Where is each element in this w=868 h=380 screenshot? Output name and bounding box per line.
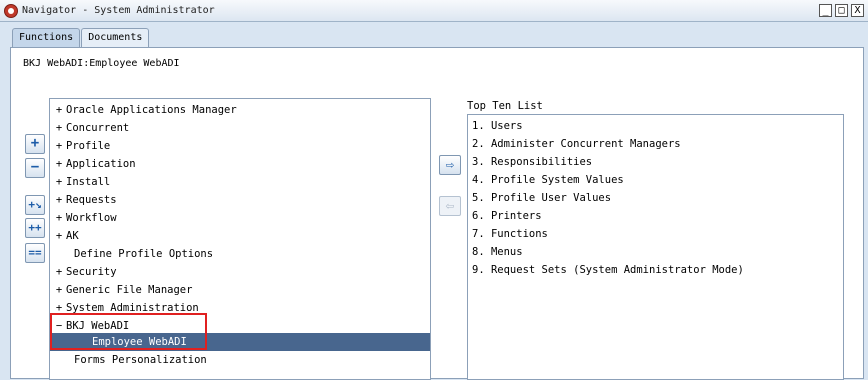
expand-toggle[interactable]: + — [52, 209, 66, 227]
tree-item[interactable]: + Concurrent — [50, 119, 430, 137]
tree-item-label: Requests — [66, 194, 117, 206]
tree-item[interactable]: Define Profile Options — [50, 245, 430, 263]
collapse-button[interactable]: − — [25, 158, 45, 178]
expand-toggle[interactable]: + — [52, 137, 66, 155]
tree-item[interactable]: + Requests — [50, 191, 430, 209]
functions-panel: BKJ WebADI:Employee WebADI + − +↘ ++ == … — [10, 47, 864, 380]
annotation-highlight-box — [50, 313, 207, 350]
top-ten-item[interactable]: 3. Responsibilities — [472, 153, 592, 171]
tree-item-label: Security — [66, 266, 117, 278]
tree-item-label: Generic File Manager — [66, 284, 193, 296]
expand-all-icon: ++ — [28, 221, 42, 234]
minimize-button[interactable]: _ — [819, 4, 832, 17]
maximize-button[interactable]: □ — [835, 4, 848, 17]
expand-toggle[interactable]: + — [52, 263, 66, 281]
expand-toggle[interactable]: + — [52, 281, 66, 299]
top-ten-item[interactable]: 4. Profile System Values — [472, 171, 624, 189]
expand-toggle[interactable]: + — [52, 173, 66, 191]
tab-functions[interactable]: Functions — [12, 28, 81, 48]
tree-item[interactable]: Forms Personalization — [50, 351, 430, 369]
tree-item-label: Install — [66, 176, 111, 188]
tab-documents[interactable]: Documents — [81, 28, 150, 48]
expand-toggle[interactable]: + — [52, 119, 66, 137]
remove-from-top-ten-button[interactable]: ⇦ — [439, 196, 461, 216]
top-ten-list[interactable]: 1. Users 2. Administer Concurrent Manage… — [467, 114, 844, 380]
top-ten-item[interactable]: 9. Request Sets (System Administrator Mo… — [472, 261, 744, 279]
tree-item-label: Application — [66, 158, 136, 170]
tree-item-label: Concurrent — [66, 122, 130, 134]
tree-item[interactable]: + Application — [50, 155, 430, 173]
top-ten-item[interactable]: 5. Profile User Values — [472, 189, 611, 207]
expand-toggle[interactable]: + — [52, 191, 66, 209]
minus-icon: − — [30, 159, 40, 175]
collapse-all-button[interactable]: == — [25, 243, 45, 263]
tree-item[interactable]: + Oracle Applications Manager — [50, 101, 430, 119]
top-ten-item[interactable]: 7. Functions — [472, 225, 548, 243]
expand-toggle[interactable]: + — [52, 101, 66, 119]
expand-button[interactable]: + — [25, 134, 45, 154]
window-controls: _ □ X — [819, 4, 864, 17]
tree-item-label: Profile — [66, 140, 111, 152]
top-ten-item[interactable]: 2. Administer Concurrent Managers — [472, 135, 681, 153]
tree-item[interactable]: + Security — [50, 263, 430, 281]
tree-item[interactable]: + Generic File Manager — [50, 281, 430, 299]
tree-item-label: AK — [66, 230, 79, 242]
tree-item-label: Forms Personalization — [74, 354, 207, 366]
tree-item-label: Workflow — [66, 212, 117, 224]
collapse-all-icon: == — [28, 246, 42, 259]
add-to-top-ten-button[interactable]: ⇨ — [439, 155, 461, 175]
tree-item[interactable]: + Workflow — [50, 209, 430, 227]
top-ten-heading: Top Ten List — [467, 100, 543, 112]
tree-item[interactable]: + Profile — [50, 137, 430, 155]
expand-toggle[interactable]: + — [52, 227, 66, 245]
tree-item[interactable]: + AK — [50, 227, 430, 245]
expand-branch-icon: +↘ — [28, 198, 42, 211]
oracle-app-icon — [4, 3, 18, 18]
arrow-right-icon: ⇨ — [445, 157, 455, 173]
title-bar: Navigator - System Administrator _ □ X — [0, 0, 868, 22]
top-ten-item[interactable]: 1. Users — [472, 117, 523, 135]
top-ten-item[interactable]: 8. Menus — [472, 243, 523, 261]
arrow-left-icon: ⇦ — [445, 198, 455, 214]
tree-item-label: Define Profile Options — [74, 248, 214, 260]
top-ten-item[interactable]: 6. Printers — [472, 207, 542, 225]
expand-all-button[interactable]: ++ — [25, 218, 45, 238]
expand-toggle[interactable]: + — [52, 155, 66, 173]
tree-item[interactable]: + Install — [50, 173, 430, 191]
tree-item-label: Oracle Applications Manager — [66, 104, 237, 116]
expand-branch-button[interactable]: +↘ — [25, 195, 45, 215]
plus-icon: + — [30, 135, 40, 151]
close-button[interactable]: X — [851, 4, 864, 17]
selected-path-label: BKJ WebADI:Employee WebADI — [23, 58, 180, 69]
tab-strip: Functions Documents — [12, 28, 150, 48]
window-title: Navigator - System Administrator — [22, 5, 215, 16]
